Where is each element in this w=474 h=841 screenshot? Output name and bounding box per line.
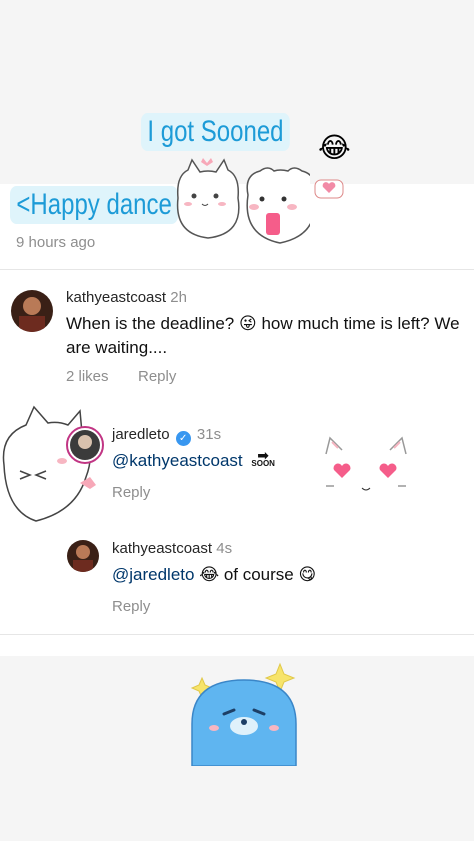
comment-username-text[interactable]: jaredleto bbox=[112, 426, 170, 443]
avatar-photo bbox=[70, 430, 100, 460]
happy-dance-label: Happy dance bbox=[30, 188, 172, 221]
white-cat-sticker bbox=[176, 158, 240, 239]
divider bbox=[0, 634, 474, 635]
avatar-photo bbox=[73, 545, 93, 572]
avatar[interactable] bbox=[11, 290, 53, 332]
reply-button[interactable]: Reply bbox=[138, 368, 176, 385]
comment-username[interactable]: kathyeastcoast 2h bbox=[66, 289, 187, 306]
laughing-cat-sticker bbox=[2, 405, 96, 522]
comment-username-text[interactable]: kathyeastcoast bbox=[112, 540, 212, 557]
laughing-emoji-sticker: 😂 bbox=[318, 131, 351, 164]
comment-username[interactable]: jaredleto ✓ 31s bbox=[112, 426, 221, 446]
comment-text: @kathyeastcoast ➡ SOON bbox=[112, 448, 275, 473]
avatar[interactable] bbox=[66, 426, 104, 464]
verified-badge-icon: ✓ bbox=[175, 431, 191, 446]
comment-text-part: of course bbox=[223, 565, 294, 584]
yum-emoji: 😋 bbox=[298, 565, 317, 584]
reply-button[interactable]: Reply bbox=[112, 484, 150, 501]
comment-text: When is the deadline? 😜 how much time is… bbox=[66, 312, 461, 360]
winking-tongue-emoji: 😜 bbox=[238, 314, 257, 333]
comment-time: 2h bbox=[170, 289, 187, 306]
soon-arrow-icon: ➡ SOON bbox=[251, 448, 275, 468]
sticker-happy-dance: <Happy dance bbox=[10, 186, 179, 224]
soon-label: SOON bbox=[251, 459, 275, 468]
story-top-area bbox=[0, 0, 474, 184]
mention-link[interactable]: @jaredleto bbox=[112, 565, 194, 584]
comment-username[interactable]: kathyeastcoast 4s bbox=[112, 540, 232, 557]
avatar-photo bbox=[19, 297, 45, 332]
blue-seal-sticker bbox=[190, 662, 297, 766]
divider bbox=[0, 269, 474, 270]
laughing-emoji: 😂 bbox=[199, 565, 220, 584]
sticker-got-sooned: I got Sooned bbox=[141, 113, 290, 151]
avatar[interactable] bbox=[67, 540, 99, 572]
post-time-ago: 9 hours ago bbox=[16, 234, 96, 251]
comment-time: 4s bbox=[216, 540, 233, 557]
comment-username-text[interactable]: kathyeastcoast bbox=[66, 289, 166, 306]
comment-text: @jaredleto 😂 of course 😋 bbox=[112, 563, 316, 587]
mention-link[interactable]: @kathyeastcoast bbox=[112, 451, 243, 470]
comment-text-part: When is the deadline? bbox=[66, 314, 235, 333]
heart-eyes-cat-sticker bbox=[325, 436, 407, 491]
likes-count[interactable]: 2 likes bbox=[66, 368, 109, 385]
white-bear-sticker bbox=[246, 167, 310, 244]
reply-button[interactable]: Reply bbox=[112, 598, 150, 615]
heart-bubble-sticker bbox=[314, 179, 344, 199]
back-arrow-glyph: < bbox=[16, 188, 31, 221]
comment-time: 31s bbox=[196, 426, 222, 443]
